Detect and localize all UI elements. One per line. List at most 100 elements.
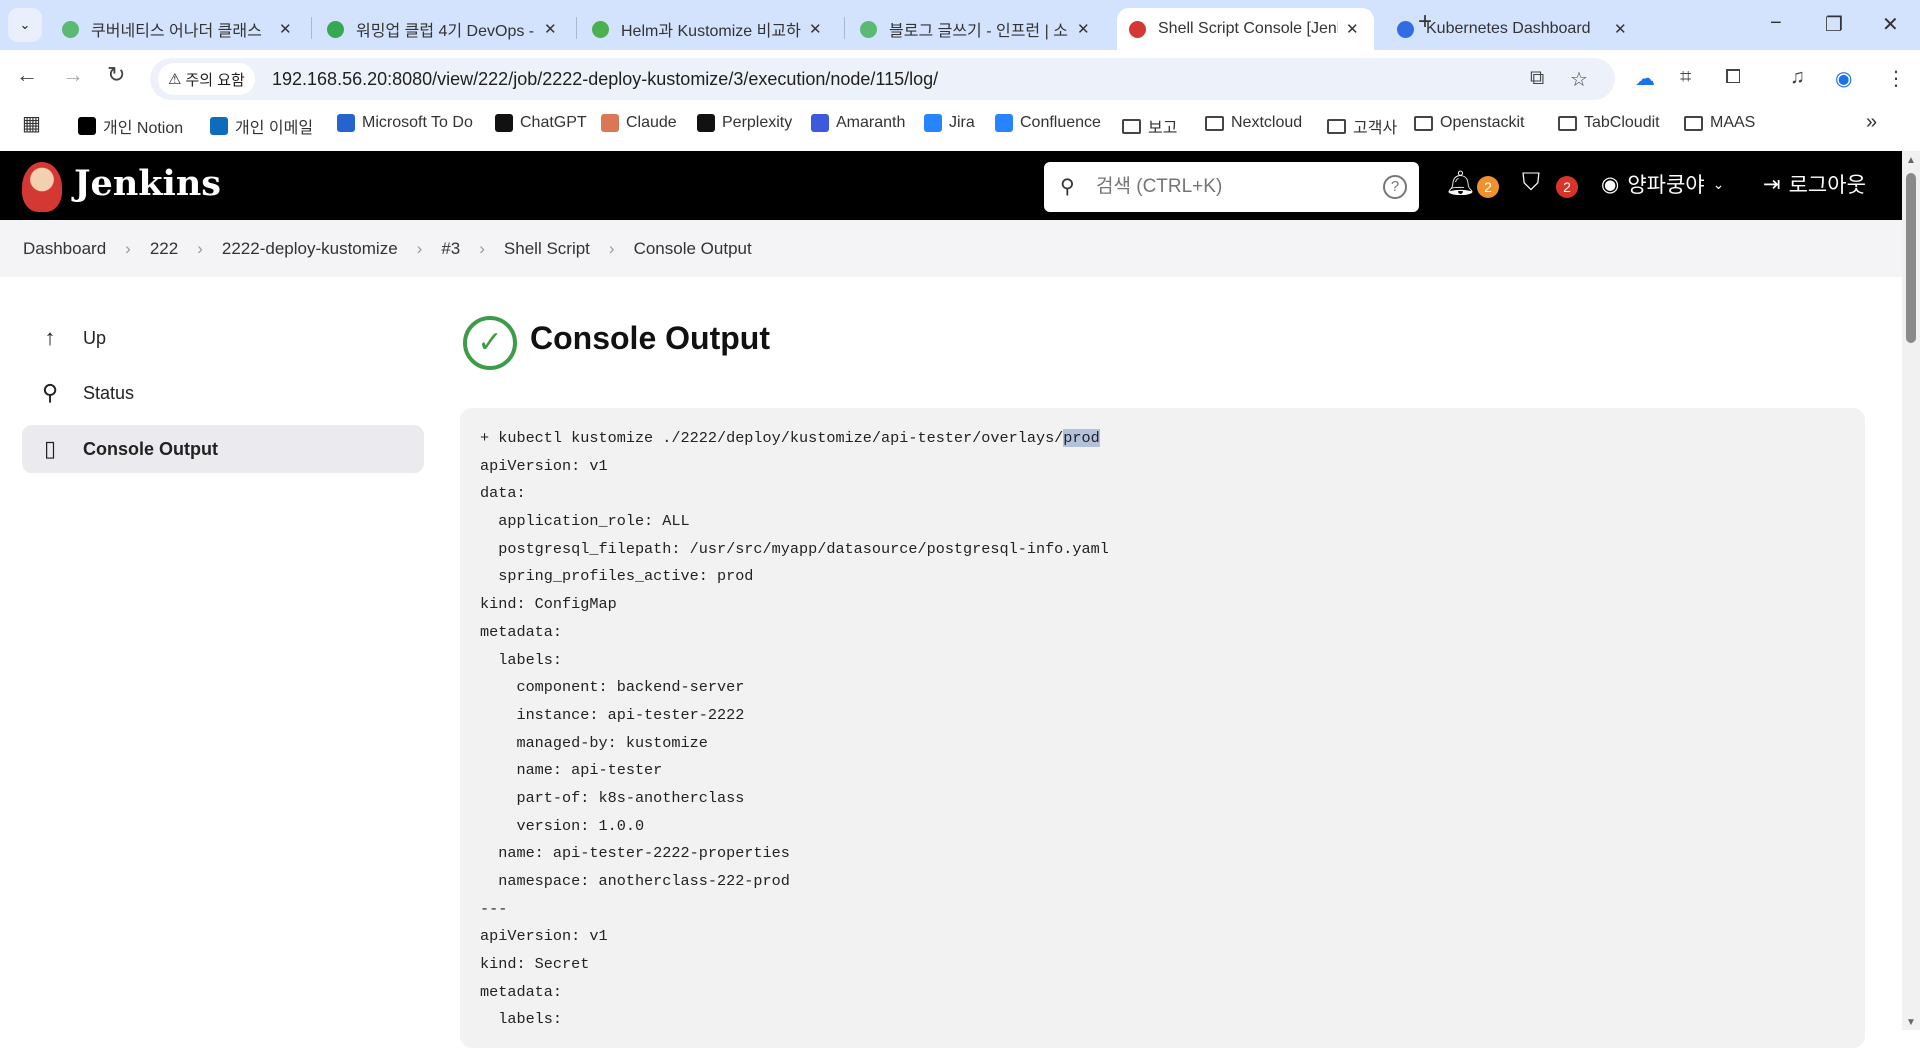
bookmark-9[interactable]: 보고 (1122, 114, 1177, 138)
bookmark-favicon-icon (337, 114, 355, 132)
folder-icon (1558, 115, 1577, 131)
cloud-extension-icon[interactable]: ☁ (1635, 66, 1655, 91)
bookmark-8[interactable]: Confluence (995, 114, 1101, 132)
tab-favicon-icon (1129, 20, 1146, 38)
extension-icon[interactable]: ⌗ (1680, 66, 1691, 89)
url-text[interactable]: 192.168.56.20:8080/view/222/job/2222-dep… (272, 69, 938, 90)
bookmark-3[interactable]: ChatGPT (495, 114, 587, 132)
security-badge: 2 (1556, 176, 1578, 198)
apps-icon[interactable]: ▦ (22, 111, 41, 136)
media-icon[interactable]: ♫ (1790, 66, 1805, 89)
profile-icon[interactable]: ◉ (1835, 66, 1852, 91)
bookmark-10[interactable]: Nextcloud (1205, 114, 1302, 132)
logout-button[interactable]: ⇥ 로그아웃 (1763, 169, 1866, 199)
breadcrumb-item[interactable]: 222 (150, 239, 178, 259)
bookmark-1[interactable]: 개인 이메일 (210, 114, 313, 138)
jenkins-title[interactable]: Jenkins (74, 163, 221, 204)
tab-strip: ⌄ 쿠버네티스 어나더 클래스 ✕ 워밍업 클럽 4기 DevOps - ✕ Helm과… (0, 0, 1920, 50)
tab-close-icon[interactable]: ✕ (544, 20, 557, 38)
bookmark-star-icon[interactable]: ☆ (1570, 67, 1588, 92)
translate-icon[interactable]: ⧉ (1530, 67, 1544, 90)
bookmark-13[interactable]: TabCloudit (1558, 114, 1660, 132)
tab-1[interactable]: 워밍업 클럽 4기 DevOps - ✕ (315, 8, 577, 50)
jenkins-logo-icon[interactable] (22, 162, 62, 212)
folder-icon (1205, 115, 1224, 131)
bookmark-2[interactable]: Microsoft To Do (337, 114, 473, 132)
bookmark-label: 개인 Notion (103, 120, 184, 137)
scrollbar-thumb[interactable] (1906, 173, 1916, 343)
sidebar-item-status[interactable]: ⚲ Status (22, 369, 424, 417)
bell-icon[interactable]: 🔔︎ (1445, 169, 1475, 198)
warning-icon: ⚠ (168, 71, 182, 88)
console-line: kind: Secret (480, 955, 590, 974)
bookmark-4[interactable]: Claude (601, 114, 677, 132)
tab-close-icon[interactable]: ✕ (279, 20, 292, 38)
tab-favicon-icon (860, 20, 877, 38)
bookmark-label: 고객사 (1353, 120, 1398, 137)
selected-text: prod (1063, 429, 1100, 447)
folder-icon (1414, 115, 1433, 131)
security-warning-chip[interactable]: ⚠ 주의 요함 (158, 63, 255, 95)
bookmark-11[interactable]: 고객사 (1327, 114, 1397, 138)
sidebar-item-console-output[interactable]: ▯ Console Output (22, 425, 424, 473)
breadcrumb-item[interactable]: Shell Script (504, 239, 590, 259)
console-line: managed-by: kustomize (480, 733, 708, 752)
tab-label: Shell Script Console [Jenki (1158, 20, 1338, 37)
breadcrumb-item[interactable]: #3 (441, 239, 460, 259)
scroll-up-icon[interactable]: ▲ (1906, 155, 1916, 166)
breadcrumb-item[interactable]: Console Output (634, 239, 752, 259)
back-icon[interactable]: ← (16, 62, 38, 88)
tab-0[interactable]: 쿠버네티스 어나더 클래스 ✕ (50, 8, 312, 50)
bookmark-favicon-icon (210, 117, 228, 135)
tab-4[interactable]: Shell Script Console [Jenki ✕ (1117, 8, 1374, 50)
console-line: + kubectl kustomize ./2222/deploy/kustom… (480, 425, 1845, 453)
folder-icon (1327, 118, 1346, 134)
shield-icon[interactable]: ⛉ (1522, 169, 1540, 197)
minimize-button[interactable]: − (1770, 12, 1782, 35)
menu-icon[interactable]: ⋮ (1886, 66, 1906, 91)
search-icon: ⚲ (1060, 176, 1075, 198)
bookmark-label: Amaranth (836, 114, 906, 131)
bookmark-14[interactable]: MAAS (1684, 114, 1755, 132)
tab-close-icon[interactable]: ✕ (1346, 20, 1359, 38)
command-text: + kubectl kustomize ./2222/deploy/kustom… (480, 429, 1064, 447)
address-bar[interactable]: ⚠ 주의 요함 192.168.56.20:8080/view/222/job/2… (150, 58, 1615, 100)
tab-label: Kubernetes Dashboard (1426, 20, 1591, 37)
tab-search-button[interactable]: ⌄ (8, 8, 42, 42)
bookmark-favicon-icon (78, 117, 96, 135)
tab-close-icon[interactable]: ✕ (1614, 20, 1627, 38)
tab-2[interactable]: Helm과 Kustomize 비교하 ✕ (580, 8, 842, 50)
clipboard-icon: ▯ (43, 436, 57, 461)
bookmark-label: Openstackit (1440, 114, 1525, 131)
scrollbar[interactable]: ▲ ▼ (1902, 151, 1920, 1030)
sidebar-item-up[interactable]: ↑ Up (22, 314, 424, 362)
bookmark-6[interactable]: Amaranth (811, 114, 905, 132)
bookmark-5[interactable]: Perplexity (697, 114, 792, 132)
console-line: apiVersion: v1 (480, 456, 608, 475)
help-icon[interactable]: ? (1383, 175, 1407, 199)
bookmark-0[interactable]: 개인 Notion (78, 114, 183, 138)
restore-button[interactable]: ❐ (1825, 12, 1843, 37)
logout-icon: ⇥ (1763, 172, 1781, 196)
search-input[interactable] (1096, 170, 1366, 204)
puzzle-icon[interactable]: ⧠ (1725, 66, 1741, 89)
console-line: component: backend-server (480, 678, 745, 697)
tab-3[interactable]: 블로그 글쓰기 - 인프런 | 소 ✕ (848, 8, 1110, 50)
chevron-down-icon: ⌄ (1712, 175, 1725, 192)
close-window-button[interactable]: ✕ (1882, 12, 1899, 37)
tab-close-icon[interactable]: ✕ (809, 20, 822, 38)
bookmark-7[interactable]: Jira (924, 114, 975, 132)
tab-close-icon[interactable]: ✕ (1077, 20, 1090, 38)
reload-icon[interactable]: ↻ (107, 62, 125, 88)
more-bookmarks-icon[interactable]: » (1866, 111, 1877, 134)
new-tab-button[interactable]: + (1418, 8, 1432, 36)
breadcrumb-item[interactable]: Dashboard (23, 239, 106, 259)
forward-icon[interactable]: → (62, 62, 84, 88)
bookmark-label: ChatGPT (520, 114, 587, 131)
success-check-icon: ✓ (463, 316, 517, 370)
search-box[interactable]: ⚲ ? (1044, 162, 1419, 212)
bookmark-12[interactable]: Openstackit (1414, 114, 1524, 132)
breadcrumb-item[interactable]: 2222-deploy-kustomize (222, 239, 398, 259)
user-menu[interactable]: ◉ 양파쿵야 ⌄ (1601, 169, 1724, 199)
scroll-down-icon[interactable]: ▼ (1906, 1017, 1916, 1028)
